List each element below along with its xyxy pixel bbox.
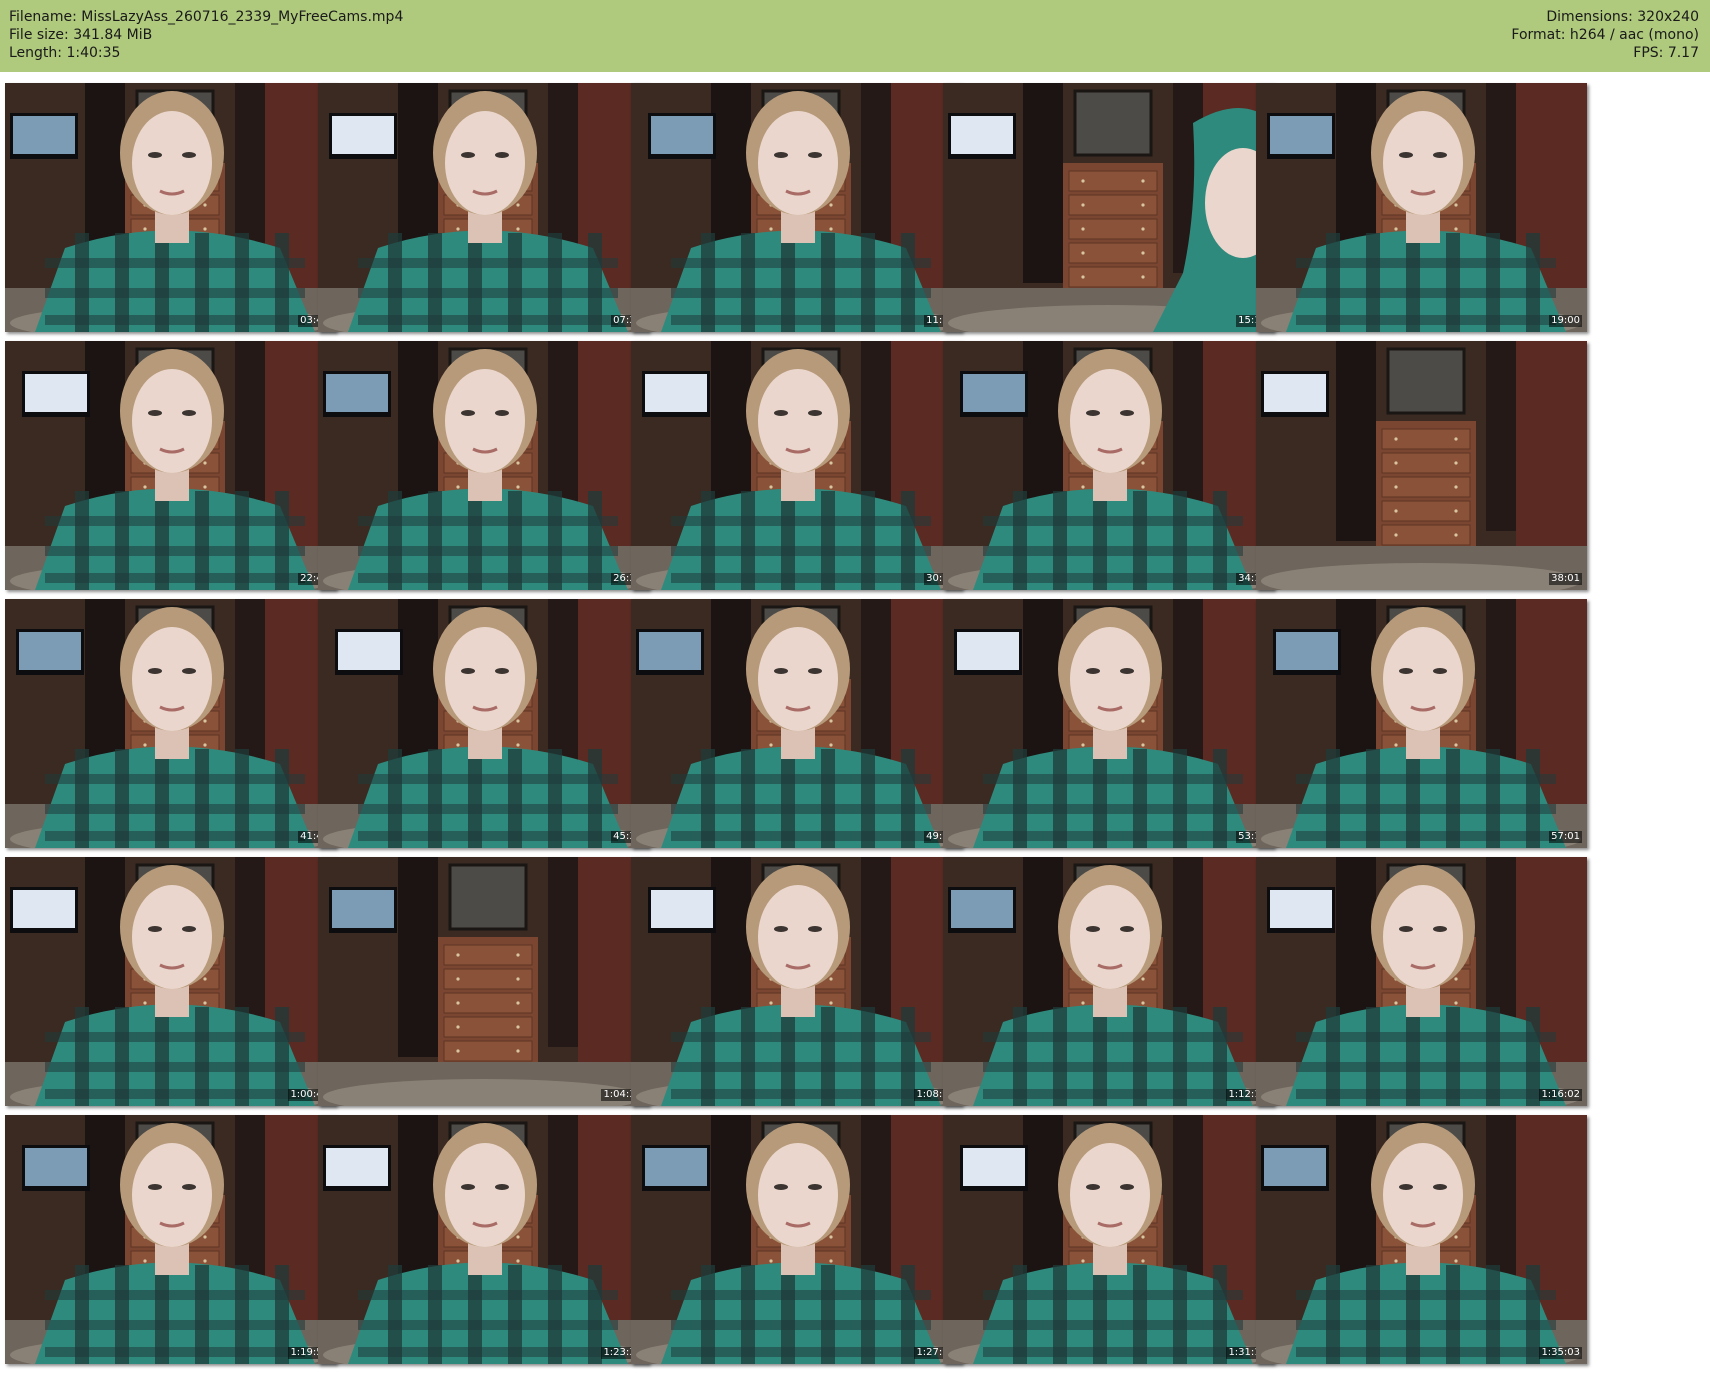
thumbnail-frame[interactable]: 19:00 [1256,83,1587,332]
thumbnail-frame[interactable]: 1:00:49 [5,857,336,1106]
thumbnail-frame[interactable]: 1:31:14 [943,1115,1274,1364]
frame-image [631,857,962,1106]
thumbnail-frame[interactable]: 41:49 [5,599,336,848]
filesize-text: File size: 341.84 MiB [9,27,153,43]
dimensions-text: Dimensions: 320x240 [1546,9,1699,25]
thumbnail-frame[interactable]: 30:24 [631,341,962,590]
frame-image [1256,341,1587,590]
frame-image [631,83,962,332]
frame-image [318,857,649,1106]
frame-image [5,83,336,332]
timestamp-label: 57:01 [1549,831,1582,843]
thumbnail-frame[interactable]: 1:12:14 [943,857,1274,1106]
info-header: Filename: MissLazyAss_260716_2339_MyFree… [0,0,1710,72]
timestamp-label: 38:01 [1549,573,1582,585]
frame-image [943,83,1274,332]
frame-image [943,857,1274,1106]
frame-image [318,341,649,590]
thumbnail-frame[interactable]: 53:13 [943,599,1274,848]
frame-image [318,599,649,848]
frame-image [318,1115,649,1364]
length-text: Length: 1:40:35 [9,45,121,61]
frame-image [943,341,1274,590]
frame-image [5,599,336,848]
thumbnail-frame[interactable]: 26:36 [318,341,649,590]
timestamp-label: 1:35:03 [1539,1347,1582,1359]
thumbnail-frame[interactable]: 1:27:26 [631,1115,962,1364]
filename-text: Filename: MissLazyAss_260716_2339_MyFree… [9,9,404,25]
frame-image [943,599,1274,848]
frame-image [1256,857,1587,1106]
thumbnail-frame[interactable]: 1:04:38 [318,857,649,1106]
thumbnail-frame[interactable]: 03:48 [5,83,336,332]
fps-text: FPS: 7.17 [1633,45,1699,61]
thumbnail-frame[interactable]: 1:16:02 [1256,857,1587,1106]
thumbnail-frame[interactable]: 15:12 [943,83,1274,332]
thumbnail-frame[interactable]: 1:23:38 [318,1115,649,1364]
timestamp-label: 19:00 [1549,315,1582,327]
thumbnail-frame[interactable]: 07:36 [318,83,649,332]
thumbnail-frame[interactable]: 1:08:26 [631,857,962,1106]
frame-image [943,1115,1274,1364]
stream-info: Dimensions: 320x240 Format: h264 / aac (… [1511,8,1699,62]
frame-image [631,599,962,848]
timestamp-label: 1:16:02 [1539,1089,1582,1101]
thumbnail-frame[interactable]: 57:01 [1256,599,1587,848]
frame-image [1256,599,1587,848]
frame-image [5,341,336,590]
thumbnail-frame[interactable]: 1:19:50 [5,1115,336,1364]
frame-image [631,341,962,590]
thumbnail-frame[interactable]: 1:35:03 [1256,1115,1587,1364]
file-info: Filename: MissLazyAss_260716_2339_MyFree… [9,8,403,62]
thumbnail-frame[interactable]: 22:48 [5,341,336,590]
frame-image [1256,83,1587,332]
thumbnail-frame[interactable]: 34:13 [943,341,1274,590]
thumbnail-frame[interactable]: 11:24 [631,83,962,332]
frame-image [1256,1115,1587,1364]
frame-image [631,1115,962,1364]
thumbnail-frame[interactable]: 38:01 [1256,341,1587,590]
frame-image [318,83,649,332]
frame-image [5,1115,336,1364]
thumbnail-frame[interactable]: 45:37 [318,599,649,848]
format-text: Format: h264 / aac (mono) [1511,27,1699,43]
thumbnail-frame[interactable]: 49:25 [631,599,962,848]
frame-image [5,857,336,1106]
